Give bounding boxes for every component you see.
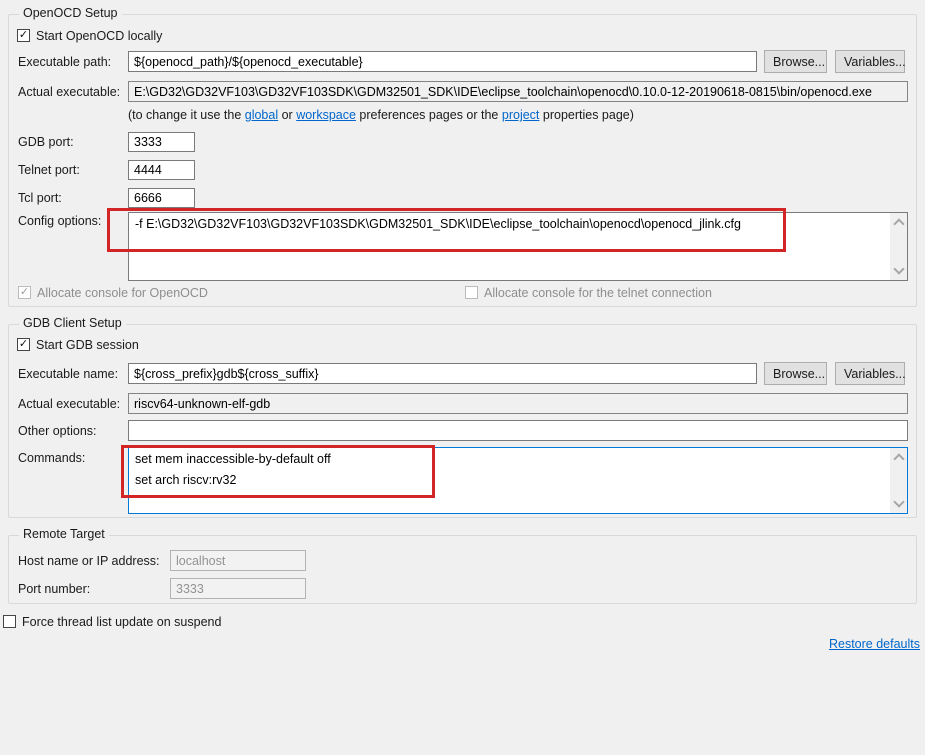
actual-executable-label: Actual executable: [18,82,120,102]
hint-text-2: or [278,108,296,122]
workspace-preferences-link[interactable]: workspace [296,108,356,122]
group-title-gdb-client: GDB Client Setup [19,316,126,330]
allocate-console-telnet-label: Allocate console for the telnet connecti… [484,283,712,303]
start-openocd-checkbox[interactable]: ✓ [17,29,30,42]
executable-name-label: Executable name: [18,364,118,384]
checkmark-icon: ✓ [20,287,29,298]
variables-button-gdb[interactable]: Variables... [835,362,905,385]
scroll-down-icon[interactable] [893,496,904,507]
hint-text-1: (to change it use the [128,108,245,122]
port-number-label: Port number: [18,579,90,599]
executable-path-input[interactable] [128,51,757,72]
browse-button-openocd[interactable]: Browse... [764,50,827,73]
commands-textarea[interactable]: set mem inaccessible-by-default off set … [128,447,908,514]
variables-button-openocd[interactable]: Variables... [835,50,905,73]
browse-button-gdb[interactable]: Browse... [764,362,827,385]
start-gdb-session-label: Start GDB session [36,335,139,355]
allocate-console-openocd-checkbox: ✓ [18,286,31,299]
executable-path-label: Executable path: [18,52,111,72]
change-preferences-hint: (to change it use the global or workspac… [128,107,634,124]
scroll-up-icon[interactable] [893,218,904,229]
host-name-label: Host name or IP address: [18,551,160,571]
allocate-console-openocd-label: Allocate console for OpenOCD [37,283,208,303]
start-openocd-label: Start OpenOCD locally [36,26,162,46]
host-name-input [170,550,306,571]
actual-gdb-executable-input [128,393,908,414]
executable-name-input[interactable] [128,363,757,384]
hint-text-4: properties page) [539,108,634,122]
telnet-port-input[interactable] [128,160,195,180]
hint-text-3: preferences pages or the [356,108,502,122]
global-preferences-link[interactable]: global [245,108,278,122]
telnet-port-label: Telnet port: [18,160,80,180]
port-number-input [170,578,306,599]
force-thread-list-checkbox[interactable] [3,615,16,628]
actual-gdb-executable-label: Actual executable: [18,394,120,414]
project-properties-link[interactable]: project [502,108,540,122]
allocate-console-telnet-checkbox [465,286,478,299]
actual-executable-input [128,81,908,102]
start-gdb-session-checkbox[interactable]: ✓ [17,338,30,351]
force-thread-list-label: Force thread list update on suspend [22,612,221,632]
commands-scrollbar[interactable] [890,448,907,513]
checkmark-icon: ✓ [19,339,28,350]
config-options-scrollbar[interactable] [890,213,907,280]
commands-label: Commands: [18,448,85,468]
config-options-textarea[interactable]: -f E:\GD32\GD32VF103\GD32VF103SDK\GDM325… [128,212,908,281]
gdb-port-input[interactable] [128,132,195,152]
config-options-label: Config options: [18,211,101,231]
group-title-openocd: OpenOCD Setup [19,6,122,20]
restore-defaults-link[interactable]: Restore defaults [829,637,920,651]
scroll-up-icon[interactable] [893,453,904,464]
gdb-port-label: GDB port: [18,132,74,152]
tcl-port-label: Tcl port: [18,188,62,208]
other-options-input[interactable] [128,420,908,441]
checkmark-icon: ✓ [19,30,28,41]
group-title-remote-target: Remote Target [19,527,109,541]
scroll-down-icon[interactable] [893,263,904,274]
debug-config-panel: { "colors": { "background": "#f0f0f0", "… [0,0,925,755]
other-options-label: Other options: [18,421,97,441]
tcl-port-input[interactable] [128,188,195,208]
